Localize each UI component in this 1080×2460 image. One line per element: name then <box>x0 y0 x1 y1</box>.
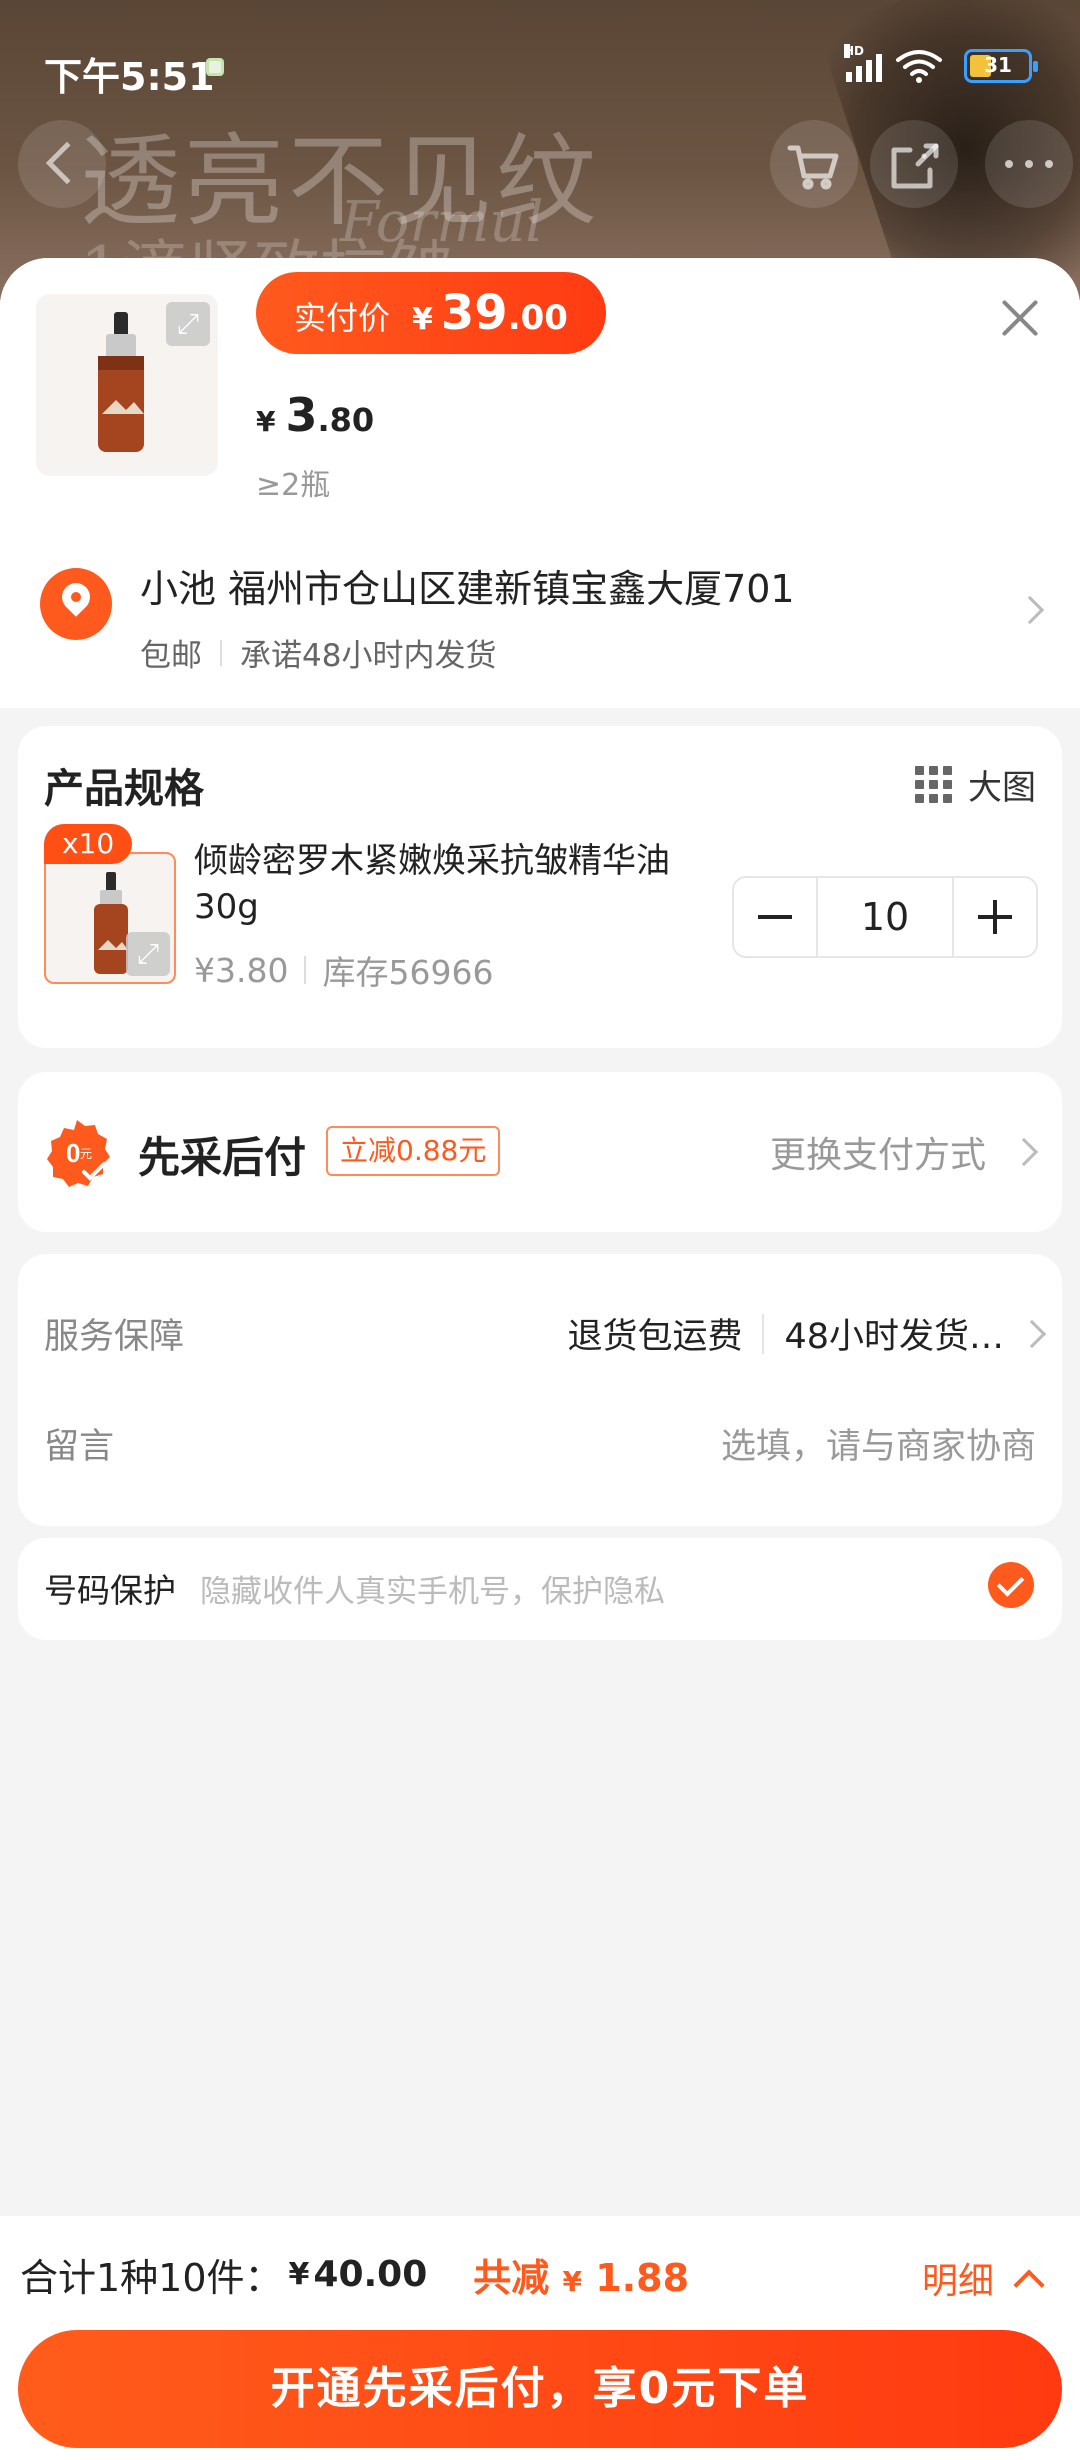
discount-currency: ¥ <box>562 2264 583 2298</box>
chevron-up-icon <box>1013 2269 1045 2301</box>
message-label: 留言 <box>44 1427 115 1467</box>
unit-price-integer: 3 <box>285 388 318 442</box>
privacy-card: 号码保护 隐藏收件人真实手机号，保护隐私 <box>18 1538 1062 1640</box>
divider <box>762 1313 765 1354</box>
quantity-badge: x10 <box>44 824 133 864</box>
unit-price-decimal: .80 <box>317 401 375 439</box>
network-label: HD <box>844 44 865 58</box>
big-view-button[interactable]: 大图 <box>915 760 1036 809</box>
share-icon <box>891 143 939 189</box>
increase-button[interactable] <box>954 878 1036 956</box>
expand-icon: ⤢ <box>136 937 160 970</box>
total-currency: ¥ <box>288 2256 310 2292</box>
svg-text:元: 元 <box>80 1147 92 1161</box>
big-view-label: 大图 <box>968 768 1036 808</box>
wifi-icon <box>896 50 942 83</box>
discount-summary: 共减 ¥ 1.88 <box>473 2247 689 2302</box>
more-icon <box>1005 160 1053 168</box>
discount-tag: 立减0.88元 <box>326 1126 501 1176</box>
expand-image-button[interactable]: ⤢ <box>166 302 210 346</box>
service-guarantee[interactable]: 退货包运费 48小时发货… <box>567 1308 1004 1359</box>
min-quantity: ≥2瓶 <box>256 468 331 503</box>
status-icons: HD 31 <box>844 44 1038 86</box>
svg-text:0: 0 <box>66 1138 80 1168</box>
service-card: 服务保障 退货包运费 48小时发货… 留言 选填，请与商家协商 <box>18 1254 1062 1526</box>
spec-price: ¥3.80 <box>194 950 289 990</box>
status-time: 下午5:51 <box>44 55 215 99</box>
detail-button[interactable]: 明细 <box>921 2252 1045 2304</box>
notification-dot-icon <box>206 58 224 76</box>
close-icon[interactable] <box>998 296 1042 340</box>
sku-sheet: ⤢ 实付价 ¥ 39 .00 ¥ 3 .80 ≥2瓶 小池 福州市仓山区建新镇宝… <box>0 258 1080 2460</box>
unit-price-currency: ¥ <box>256 405 276 438</box>
pay-later-icon: 0 元 <box>47 1120 110 1187</box>
back-button[interactable] <box>18 120 106 208</box>
checkout-bar: 合计1种10件： ¥ 40.00 共减 ¥ 1.88 明细 开通先采后付，享0元… <box>0 2216 1080 2460</box>
privacy-hint: 隐藏收件人真实手机号，保护隐私 <box>200 1574 665 1610</box>
change-payment-link[interactable]: 更换支付方式 <box>770 1126 986 1178</box>
paid-price-currency: ¥ <box>412 302 433 337</box>
cart-icon <box>787 145 839 190</box>
battery-icon: 31 <box>964 49 1038 83</box>
divider <box>220 639 222 666</box>
location-pin-icon <box>40 568 112 640</box>
free-shipping-label: 包邮 <box>140 638 202 674</box>
total-summary: 合计1种10件： ¥ 40.00 共减 ¥ 1.88 <box>20 2234 689 2314</box>
message-input[interactable]: 选填，请与商家协商 <box>721 1418 1036 1469</box>
unit-price: ¥ 3 .80 <box>256 388 374 442</box>
decrease-button[interactable] <box>734 878 816 956</box>
paid-price-decimal: .00 <box>507 298 568 338</box>
return-shipping-item: 退货包运费 <box>567 1317 743 1357</box>
submit-order-button[interactable]: 开通先采后付，享0元下单 <box>18 2330 1062 2448</box>
chevron-right-icon <box>1017 1319 1047 1349</box>
grid-icon <box>915 766 952 803</box>
spec-name: 倾龄密罗木紧嫩焕采抗皱精华油30g <box>194 841 670 927</box>
quantity-value[interactable]: 10 <box>816 878 954 956</box>
delivery-promise: 承诺48小时内发货 <box>240 638 497 674</box>
more-button[interactable] <box>985 120 1073 208</box>
paid-price-integer: 39 <box>440 285 508 341</box>
address-row[interactable]: 小池 福州市仓山区建新镇宝鑫大厦701 包邮 承诺48小时内发货 <box>0 508 1080 708</box>
cart-button[interactable] <box>770 120 858 208</box>
share-button[interactable] <box>870 120 958 208</box>
service-label: 服务保障 <box>44 1317 185 1357</box>
total-label: 合计1种10件： <box>20 2255 283 2300</box>
spec-card: 产品规格 大图 x10 ⤢ 倾龄密罗木紧嫩焕采抗皱精华油30g ¥3.80 库存… <box>18 726 1062 1048</box>
payment-card[interactable]: 0 元 先采后付 立减0.88元 更换支付方式 <box>18 1072 1062 1232</box>
paid-price-label: 实付价 <box>294 299 391 337</box>
signal-icon: HD <box>844 44 882 82</box>
chevron-right-icon <box>1015 595 1045 625</box>
delivery-item: 48小时发货… <box>784 1317 1004 1357</box>
spec-stock: 库存56966 <box>322 953 494 992</box>
privacy-label: 号码保护 <box>44 1571 176 1610</box>
address-text: 小池 福州市仓山区建新镇宝鑫大厦701 <box>140 567 795 611</box>
back-chevron-icon <box>45 141 89 185</box>
status-bar: 下午5:51 HD 31 <box>0 0 1080 120</box>
chevron-right-icon <box>1009 1137 1039 1167</box>
shipping-info: 包邮 承诺48小时内发货 <box>140 630 496 675</box>
pay-later-title: 先采后付 <box>138 1133 307 1182</box>
paid-price-pill: 实付价 ¥ 39 .00 <box>256 272 606 354</box>
quantity-stepper[interactable]: 10 <box>732 876 1038 958</box>
privacy-checkbox[interactable] <box>988 1562 1034 1608</box>
spec-title: 产品规格 <box>44 766 204 812</box>
discount-label: 共减 <box>473 2255 550 2300</box>
spec-meta: ¥3.80 库存56966 <box>194 946 493 994</box>
discount-amount: 1.88 <box>595 2255 690 2300</box>
battery-level: 31 <box>984 53 1012 77</box>
divider <box>304 956 307 984</box>
total-amount: 40.00 <box>313 2253 428 2295</box>
sheet-header: ⤢ 实付价 ¥ 39 .00 ¥ 3 .80 ≥2瓶 <box>0 258 1080 508</box>
expand-icon: ⤢ <box>176 307 200 340</box>
spec-expand-button[interactable]: ⤢ <box>126 932 170 976</box>
detail-label: 明细 <box>921 2261 994 2302</box>
